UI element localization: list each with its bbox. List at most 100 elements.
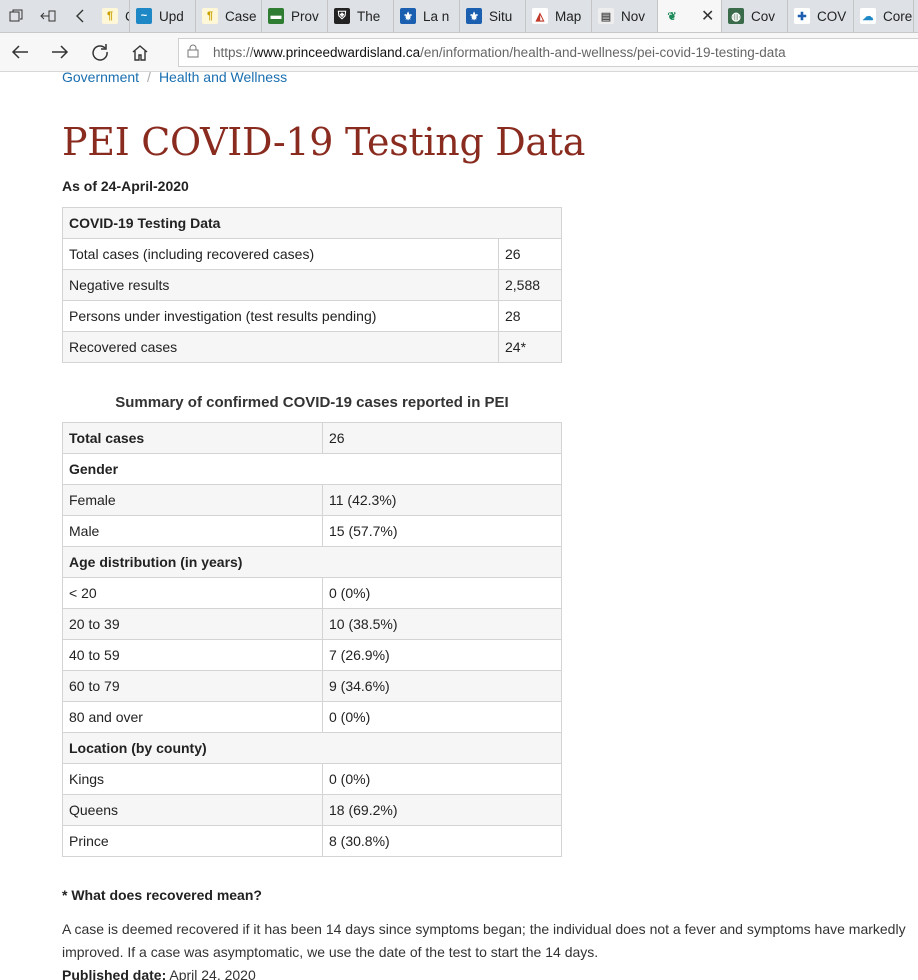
table-row: Prince 8 (30.8%) xyxy=(62,825,562,857)
browser-tab[interactable]: ▬ Prov xyxy=(262,0,328,32)
url-path: /en/information/health-and-wellness/pei-… xyxy=(420,45,786,60)
table-row: Male 15 (57.7%) xyxy=(62,515,562,547)
browser-tab[interactable]: ▤ Nov xyxy=(592,0,658,32)
row-value: 28 xyxy=(498,300,562,332)
breadcrumb-health-link[interactable]: Health and Wellness xyxy=(159,72,287,85)
image-icon: ▤ xyxy=(598,8,614,24)
refresh-button[interactable] xyxy=(80,33,120,72)
breadcrumb-government-link[interactable]: Government xyxy=(62,72,139,85)
row-label: Kings xyxy=(62,763,323,795)
total-cases-value: 26 xyxy=(322,422,562,454)
row-value: 18 (69.2%) xyxy=(322,794,562,826)
set-aside-tabs-icon[interactable] xyxy=(32,0,64,32)
row-value: 26 xyxy=(498,238,562,270)
tab-label: Situ xyxy=(489,8,513,24)
total-cases-label: Total cases xyxy=(62,422,323,454)
page-content: Government / Health and Wellness PEI COVID… xyxy=(62,72,918,980)
row-value: 0 (0%) xyxy=(322,701,562,733)
close-tab-icon[interactable]: ✕ xyxy=(701,6,714,26)
table-row: Total cases (including recovered cases) … xyxy=(62,238,562,270)
as-of-date: As of 24-April-2020 xyxy=(62,178,189,194)
table-row: Recovered cases 24* xyxy=(62,331,562,363)
breadcrumb-separator: / xyxy=(147,72,151,85)
browser-tab[interactable]: ❦ ✕ xyxy=(658,0,722,32)
published-date: Published date: April 24, 2020 xyxy=(62,964,918,980)
table-row: Persons under investigation (test result… xyxy=(62,300,562,332)
back-button[interactable] xyxy=(0,33,40,72)
table-row: < 20 0 (0%) xyxy=(62,577,562,609)
row-label: 80 and over xyxy=(62,701,323,733)
summary-table: Total cases 26 Gender Female 11 (42.3%) … xyxy=(62,422,562,857)
browser-tab[interactable]: ⚜ La n xyxy=(394,0,460,32)
browser-tab[interactable]: ✚ COV xyxy=(788,0,854,32)
row-value: 0 (0%) xyxy=(322,763,562,795)
refresh-icon xyxy=(92,44,108,61)
age-heading: Age distribution (in years) xyxy=(62,546,562,578)
url-scheme: https:// xyxy=(213,45,254,60)
table-row: Female 11 (42.3%) xyxy=(62,484,562,516)
home-icon xyxy=(132,44,148,61)
row-value: 11 (42.3%) xyxy=(322,484,562,516)
browser-tab[interactable]: ¶Case xyxy=(196,0,262,32)
testing-data-table: COVID-19 Testing Data Total cases (inclu… xyxy=(62,207,562,363)
address-bar[interactable]: https://www.princeedwardisland.ca/en/inf… xyxy=(178,38,918,67)
map-icon: ◭ xyxy=(532,8,548,24)
lock-icon xyxy=(187,44,207,61)
row-label: < 20 xyxy=(62,577,323,609)
table-row: 80 and over 0 (0%) xyxy=(62,701,562,733)
browser-tab[interactable]: ¶Case xyxy=(96,0,130,32)
browser-tab[interactable]: ◭ Map xyxy=(526,0,592,32)
tab-label: Cov xyxy=(751,8,776,24)
pei-icon: ❦ xyxy=(667,10,677,23)
row-label: 40 to 59 xyxy=(62,639,323,671)
published-date-value: April 24, 2020 xyxy=(169,967,256,980)
browser-tab[interactable]: ~ Upd xyxy=(130,0,196,32)
summary-table-caption: Summary of confirmed COVID-19 cases repo… xyxy=(115,394,509,411)
forward-button[interactable] xyxy=(40,33,80,72)
table-row: 60 to 79 9 (34.6%) xyxy=(62,670,562,702)
gender-heading: Gender xyxy=(62,453,562,485)
tab-label: Upd xyxy=(159,8,184,24)
row-value: 7 (26.9%) xyxy=(322,639,562,671)
table-row: Kings 0 (0%) xyxy=(62,763,562,795)
health-icon: ✚ xyxy=(794,8,810,24)
tab-label: Core xyxy=(883,8,913,24)
row-value: 0 (0%) xyxy=(322,577,562,609)
table-row: 40 to 59 7 (26.9%) xyxy=(62,639,562,671)
tab-label: Case xyxy=(225,8,257,24)
location-heading: Location (by county) xyxy=(62,732,562,764)
table-row: Queens 18 (69.2%) xyxy=(62,794,562,826)
tab-label: Prov xyxy=(291,8,319,24)
browser-tab[interactable]: ☁ Core xyxy=(854,0,914,32)
tab-label: The xyxy=(357,8,381,24)
browser-tab[interactable]: ⚜ Situ xyxy=(460,0,526,32)
scroll-tabs-left-icon[interactable] xyxy=(64,0,96,32)
green-flag-icon: ▬ xyxy=(268,8,284,24)
forward-arrow-icon xyxy=(52,45,69,59)
page-title: PEI COVID-19 Testing Data xyxy=(62,120,586,164)
table-row: 20 to 39 10 (38.5%) xyxy=(62,608,562,640)
row-label: Prince xyxy=(62,825,323,857)
blue-chart-icon: ~ xyxy=(136,8,152,24)
table-row: Negative results 2,588 xyxy=(62,269,562,301)
row-label: Total cases (including recovered cases) xyxy=(62,238,499,270)
tab-actions-icon[interactable] xyxy=(0,0,32,32)
row-label: Male xyxy=(62,515,323,547)
tab-label: La n xyxy=(423,8,450,24)
cloud-icon: ☁ xyxy=(860,8,876,24)
shield-icon: ⛨ xyxy=(334,8,350,24)
browser-tab[interactable]: ◍ Cov xyxy=(722,0,788,32)
tab-label: Map xyxy=(555,8,582,24)
browser-tab[interactable]: ⛨ The xyxy=(328,0,394,32)
row-label: 20 to 39 xyxy=(62,608,323,640)
table-row: Total cases 26 xyxy=(62,422,562,454)
recovered-question: * What does recovered mean? xyxy=(62,887,262,903)
home-button[interactable] xyxy=(120,33,160,72)
url-host: www.princeedwardisland.ca xyxy=(253,45,421,60)
section-heading-row: Gender xyxy=(62,453,562,485)
globe-icon: ◍ xyxy=(728,8,744,24)
tab-list: ¶Case ~ Upd ¶Case ▬ Prov ⛨ The ⚜La n⚜Situ ◭ Map ▤No… xyxy=(96,0,914,32)
recovered-definition: A case is deemed recovered if it has bee… xyxy=(62,921,906,960)
row-label: Queens xyxy=(62,794,323,826)
testing-table-header: COVID-19 Testing Data xyxy=(62,207,562,239)
